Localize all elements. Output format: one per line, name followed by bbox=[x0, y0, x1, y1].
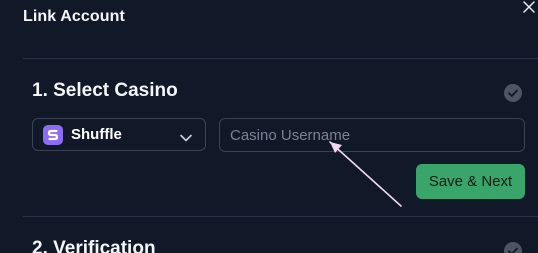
casino-select-value: Shuffle bbox=[71, 126, 122, 143]
step-1-title: 1. Select Casino bbox=[32, 80, 178, 101]
step-divider bbox=[23, 216, 538, 217]
save-next-button[interactable]: Save & Next bbox=[416, 164, 525, 199]
check-circle-icon bbox=[504, 242, 522, 253]
annotation-arrow bbox=[329, 141, 402, 207]
casino-select[interactable]: Shuffle bbox=[32, 118, 206, 151]
step-2-title: 2. Verification bbox=[32, 238, 156, 253]
header-divider bbox=[23, 58, 538, 59]
close-icon[interactable] bbox=[520, 0, 538, 16]
chevron-down-icon bbox=[179, 130, 193, 148]
shuffle-logo-icon bbox=[43, 125, 63, 145]
check-circle-icon bbox=[504, 84, 522, 102]
link-account-modal: Link Account 1. Select Casino Shuffle Sa… bbox=[0, 0, 538, 253]
modal-title: Link Account bbox=[23, 8, 125, 25]
